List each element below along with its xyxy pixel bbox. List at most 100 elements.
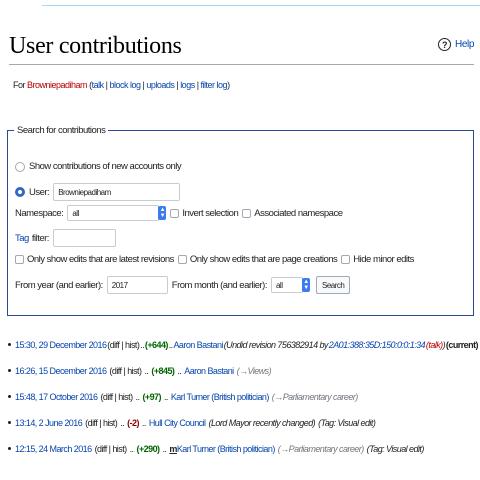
date-row: From year (and earlier): 2017 From month… <box>15 276 351 294</box>
bullet-icon <box>8 421 11 424</box>
user-tool-links: For Browniepadiham (talk | block log | u… <box>13 80 230 90</box>
separator: .. <box>120 418 125 428</box>
hide-minor-label: Hide minor edits <box>353 254 414 265</box>
namespace-select[interactable]: all ▲ ▼ <box>67 205 167 221</box>
user-radio[interactable] <box>15 187 25 197</box>
summary-talk-link[interactable]: (talk) <box>426 340 443 350</box>
page-creations-label: Only show edits that are page creations <box>189 254 338 265</box>
header-rule <box>42 0 480 6</box>
separator: .. <box>140 340 145 350</box>
edit-summary: (→Views) <box>236 366 272 376</box>
search-button[interactable]: Search <box>315 276 351 294</box>
hide-minor-checkbox[interactable] <box>341 255 351 264</box>
contribution-item: 16:26, 15 December 2016 (diff | hist).. (+… <box>8 366 478 392</box>
diff-hist-links[interactable]: (diff | hist) <box>109 366 142 376</box>
timestamp-link[interactable]: 12:15, 24 March 2016 <box>15 444 92 454</box>
separator: .. <box>135 392 140 402</box>
search-legend: Search for contributions <box>17 125 106 136</box>
checkbox-options-row: Only show edits that are latest revision… <box>15 254 414 265</box>
contributions-list: 15:30, 29 December 2016 (diff | hist).. (+… <box>8 340 479 470</box>
latest-revisions-label: Only show edits that are latest revision… <box>27 254 174 265</box>
latest-revisions-checkbox[interactable] <box>15 255 24 264</box>
invert-label: Invert selection <box>182 207 239 219</box>
contribution-item: 13:14, 2 June 2016 (diff | hist).. (-2).. H… <box>8 418 478 444</box>
page-creations-checkbox[interactable] <box>177 255 187 264</box>
namespace-value: all <box>67 205 160 221</box>
for-prefix: For <box>13 80 26 90</box>
diff-hist-links[interactable]: (diff | hist) <box>95 444 128 454</box>
month-select[interactable]: all ▲ ▼ <box>270 277 310 293</box>
separator: .. <box>141 418 146 428</box>
bullet-icon <box>8 447 11 450</box>
edit-summary: (Undid revision 756382914 by <box>223 340 329 350</box>
timestamp-link[interactable]: 15:48, 17 October 2016 <box>15 392 98 402</box>
logs-link[interactable]: logs <box>180 80 195 90</box>
separator: .. <box>163 392 168 402</box>
search-fieldset: Search for contributions Show contributi… <box>7 125 474 316</box>
associated-label: Associated namespace <box>254 207 343 219</box>
bullet-icon <box>8 369 11 372</box>
diff-hist-links[interactable]: (diff | hist) <box>85 418 118 428</box>
summary-close: ) <box>442 340 446 350</box>
help-label: Help <box>455 39 474 50</box>
user-row: User: Browniepadiham <box>15 183 181 201</box>
separator: .. <box>177 366 182 376</box>
timestamp-link[interactable]: 16:26, 15 December 2016 <box>15 366 107 376</box>
size-change: (-2) <box>127 418 139 428</box>
user-label: User: <box>29 186 50 198</box>
bullet-icon <box>8 343 11 346</box>
contribution-item: 15:48, 17 October 2016 (diff | hist).. (+9… <box>8 392 478 418</box>
uploads-link[interactable]: uploads <box>146 80 175 90</box>
separator: .. <box>129 444 134 454</box>
associated-checkbox[interactable] <box>242 208 252 218</box>
tag-filter-link[interactable]: Tag <box>15 233 29 244</box>
tag-label[interactable]: (Tag: Visual edit) <box>367 444 425 454</box>
page-link[interactable]: Hull City Council <box>149 418 206 428</box>
year-label: From year (and earlier): <box>15 279 103 291</box>
paren-close: ) <box>227 80 230 90</box>
current-label: (current) <box>445 340 479 350</box>
tag-filter-row: Tag filter: <box>15 229 116 247</box>
tag-filter-suffix: filter: <box>31 232 50 244</box>
new-accounts-row: Show contributions of new accounts only <box>15 161 182 172</box>
block-log-link[interactable]: block log <box>109 80 141 90</box>
title-divider <box>9 64 474 65</box>
page-link[interactable]: Aaron Bastani <box>184 366 234 376</box>
help-link[interactable]: ? Help <box>438 38 474 51</box>
user-input[interactable]: Browniepadiham <box>53 183 181 201</box>
timestamp-link[interactable]: 15:30, 29 December 2016 <box>15 340 107 350</box>
new-accounts-radio[interactable] <box>15 161 25 172</box>
user-link[interactable]: Browniepadiham <box>27 80 88 90</box>
size-change: (+97) <box>142 392 161 402</box>
year-input[interactable]: 2017 <box>106 276 168 294</box>
invert-checkbox[interactable] <box>170 208 180 218</box>
page-title: User contributions <box>9 33 182 59</box>
minor-edit-flag: m <box>169 444 177 454</box>
size-change: (+845) <box>151 366 175 376</box>
contribution-item: 12:15, 24 March 2016 (diff | hist).. (+290… <box>8 444 478 470</box>
separator: .. <box>168 340 173 350</box>
new-accounts-label: Show contributions of new accounts only <box>29 161 182 172</box>
month-label: From month (and earlier): <box>171 279 268 291</box>
namespace-label: Namespace: <box>15 207 64 219</box>
summary-user-link[interactable]: 2A01:388:35D:150:0:0:1:34 <box>329 340 426 350</box>
chevron-updown-icon: ▲ ▼ <box>301 278 310 292</box>
diff-hist-links[interactable]: (diff | hist) <box>100 392 133 402</box>
page-link[interactable]: Karl Turner (British politician) <box>171 392 269 402</box>
page-link[interactable]: Karl Turner (British politician) <box>177 444 275 454</box>
edit-summary: (Lord Mayor recently changed) <box>208 418 316 428</box>
timestamp-link[interactable]: 13:14, 2 June 2016 <box>15 418 83 428</box>
namespace-row: Namespace: all ▲ ▼ Invert selection Assoc… <box>15 205 343 221</box>
contribution-item: 15:30, 29 December 2016 (diff | hist).. (+… <box>8 340 479 366</box>
filter-log-link[interactable]: filter log <box>201 80 228 90</box>
tag-filter-input[interactable] <box>52 229 116 247</box>
edit-summary: (→Parliamentary career) <box>271 392 358 402</box>
size-change: (+290) <box>136 444 161 454</box>
tag-label[interactable]: (Tag: Visual edit) <box>318 418 376 428</box>
diff-hist-links[interactable]: (diff | hist) <box>107 340 140 350</box>
page-link[interactable]: Aaron Bastani <box>173 340 223 350</box>
talk-link[interactable]: talk <box>92 80 105 90</box>
chevron-updown-icon: ▲ ▼ <box>158 206 167 220</box>
separator: .. <box>144 366 149 376</box>
separator: .. <box>162 444 167 454</box>
